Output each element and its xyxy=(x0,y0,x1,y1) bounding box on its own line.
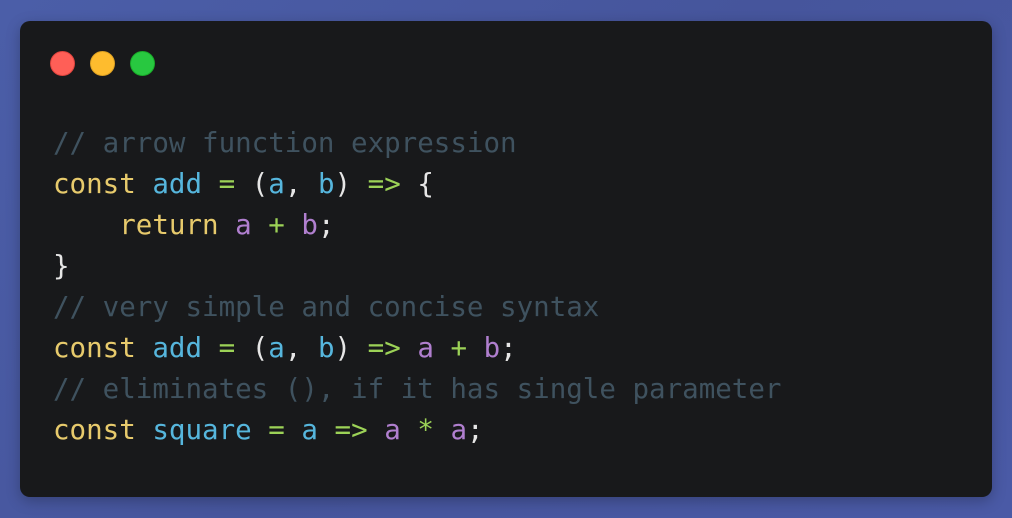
token-op: + xyxy=(268,209,285,241)
token-punct xyxy=(136,332,153,364)
token-var: b xyxy=(483,332,501,364)
token-punct xyxy=(252,209,269,241)
token-op: => xyxy=(367,168,401,200)
code-block: // arrow function expression const add = … xyxy=(53,123,781,451)
token-punct xyxy=(53,209,119,241)
token-punct xyxy=(368,414,385,446)
token-punct: ; xyxy=(500,332,517,364)
token-punct: ( xyxy=(235,332,269,364)
minimize-button[interactable] xyxy=(90,51,115,76)
token-punct xyxy=(136,168,153,200)
token-op: + xyxy=(450,332,468,364)
token-punct xyxy=(285,414,302,446)
window-controls xyxy=(50,51,155,76)
token-punct xyxy=(202,168,219,200)
token-punct: { xyxy=(400,168,434,200)
code-comment-line: // very simple and concise syntax xyxy=(53,287,781,328)
token-op: * xyxy=(417,414,434,446)
token-punct: ; xyxy=(317,209,335,241)
code-line: const add = (a, b) => { xyxy=(53,164,781,205)
token-punct xyxy=(401,414,418,446)
token-comment: // arrow function expression xyxy=(53,127,517,159)
code-line: const square = a => a * a; xyxy=(53,410,781,451)
token-op: = xyxy=(218,168,236,200)
token-comment: // very simple and concise syntax xyxy=(53,291,600,323)
close-button[interactable] xyxy=(50,51,75,76)
token-param: b xyxy=(317,168,335,200)
token-var: a xyxy=(450,414,468,446)
token-var: a xyxy=(384,414,401,446)
token-punct: ) xyxy=(334,168,368,200)
token-param: a xyxy=(268,168,285,200)
token-var: a xyxy=(235,209,252,241)
token-keyword: const xyxy=(53,168,136,200)
token-param: b xyxy=(317,332,335,364)
code-comment-line: // arrow function expression xyxy=(53,123,781,164)
token-punct xyxy=(252,414,269,446)
maximize-button[interactable] xyxy=(130,51,155,76)
token-var: b xyxy=(301,209,318,241)
token-punct xyxy=(401,332,418,364)
token-ident: add xyxy=(152,168,203,200)
token-keyword: return xyxy=(119,209,219,241)
code-window: // arrow function expression const add = … xyxy=(20,21,992,497)
code-line: return a + b; xyxy=(53,205,781,246)
token-punct xyxy=(467,332,484,364)
code-line: const add = (a, b) => a + b; xyxy=(53,328,781,369)
token-punct: } xyxy=(53,250,70,282)
token-op: => xyxy=(334,414,368,446)
token-punct xyxy=(136,414,153,446)
code-comment-line: // eliminates (), if it has single param… xyxy=(53,369,781,410)
token-op: => xyxy=(367,332,401,364)
token-punct: ; xyxy=(467,414,484,446)
token-punct xyxy=(434,414,451,446)
token-var: a xyxy=(417,332,434,364)
token-keyword: const xyxy=(53,332,136,364)
token-param: a xyxy=(301,414,318,446)
token-punct: ) xyxy=(334,332,368,364)
token-punct xyxy=(285,209,302,241)
token-ident: add xyxy=(152,332,203,364)
token-param: a xyxy=(268,332,285,364)
code-line: } xyxy=(53,246,781,287)
token-punct: , xyxy=(284,168,318,200)
token-ident: square xyxy=(152,414,252,446)
token-op: = xyxy=(268,414,285,446)
token-punct xyxy=(434,332,451,364)
token-punct xyxy=(219,209,236,241)
token-keyword: const xyxy=(53,414,136,446)
token-punct xyxy=(318,414,335,446)
token-op: = xyxy=(218,332,236,364)
token-comment: // eliminates (), if it has single param… xyxy=(53,373,782,405)
token-punct: , xyxy=(284,332,318,364)
token-punct: ( xyxy=(235,168,269,200)
token-punct xyxy=(202,332,219,364)
